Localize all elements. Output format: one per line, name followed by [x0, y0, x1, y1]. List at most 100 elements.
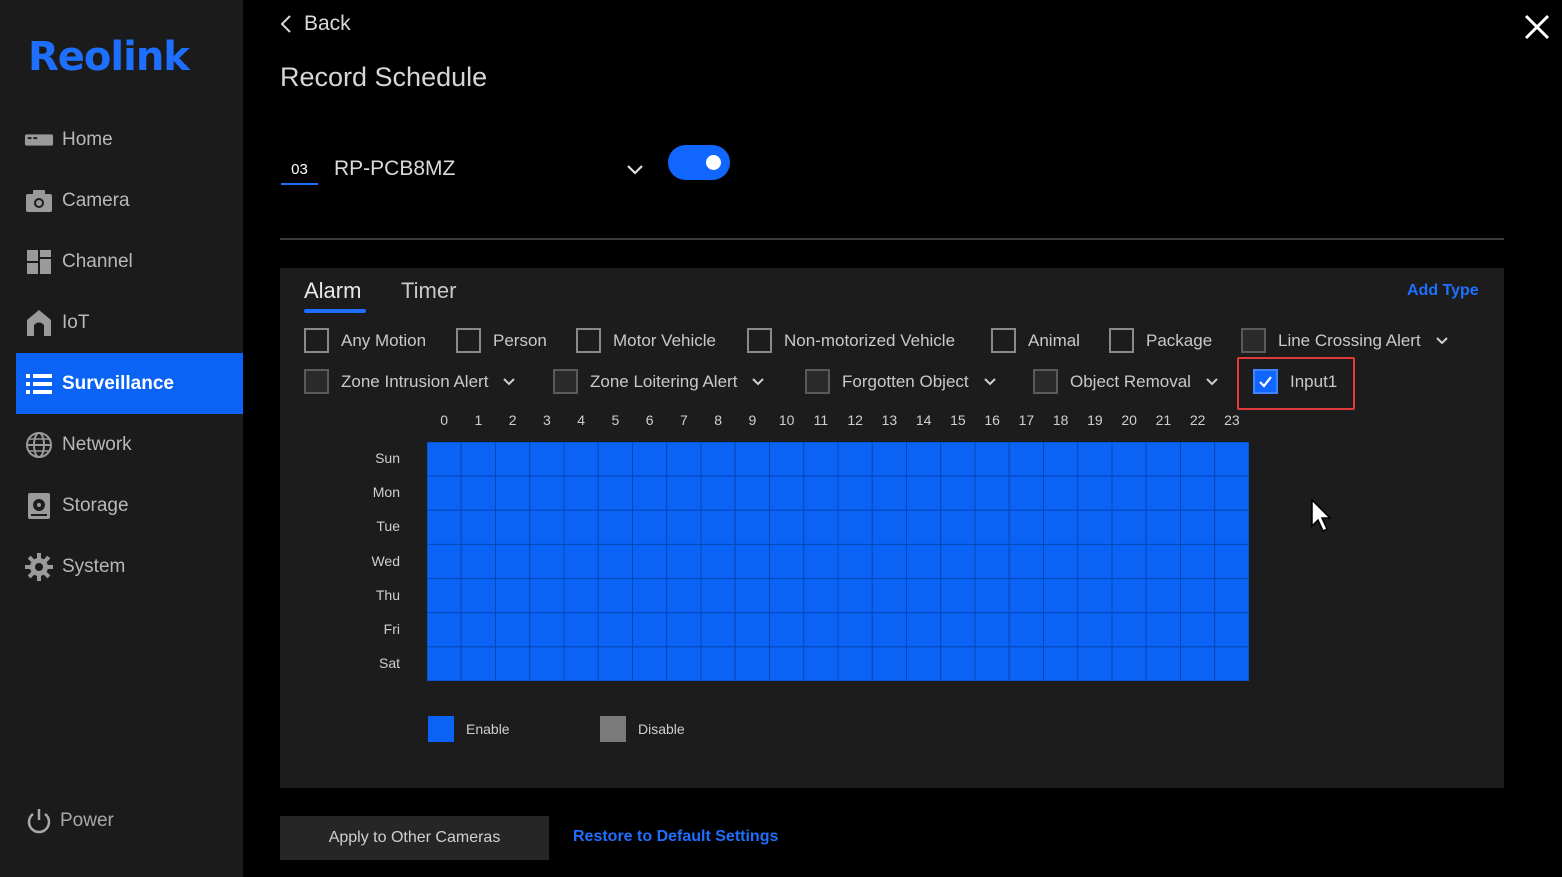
schedule-cell[interactable]: [1077, 543, 1113, 580]
schedule-cell[interactable]: [495, 509, 531, 545]
schedule-cell[interactable]: [1145, 612, 1181, 648]
schedule-cell[interactable]: [1145, 475, 1181, 511]
schedule-cell[interactable]: [1145, 578, 1181, 614]
schedule-cell[interactable]: [1145, 646, 1181, 681]
schedule-cell[interactable]: [974, 646, 1010, 681]
schedule-cell[interactable]: [597, 646, 633, 681]
schedule-cell[interactable]: [666, 612, 702, 648]
schedule-cell[interactable]: [597, 475, 633, 511]
close-icon[interactable]: [1522, 12, 1552, 42]
schedule-cell[interactable]: [803, 509, 839, 545]
schedule-cell[interactable]: [974, 475, 1010, 511]
sidebar-item-surveillance[interactable]: Surveillance: [16, 353, 243, 414]
schedule-cell[interactable]: [1180, 442, 1216, 477]
schedule-cell[interactable]: [597, 612, 633, 648]
schedule-cell[interactable]: [529, 475, 565, 511]
schedule-cell[interactable]: [906, 578, 942, 614]
schedule-cell[interactable]: [700, 578, 736, 614]
schedule-cell[interactable]: [460, 646, 496, 681]
power-button[interactable]: Power: [24, 806, 114, 836]
schedule-cell[interactable]: [700, 509, 736, 545]
schedule-cell[interactable]: [803, 612, 839, 648]
schedule-cell[interactable]: [460, 442, 496, 477]
schedule-cell[interactable]: [734, 475, 770, 511]
schedule-cell[interactable]: [495, 543, 531, 580]
schedule-cell[interactable]: [769, 612, 805, 648]
schedule-cell[interactable]: [906, 509, 942, 545]
schedule-cell[interactable]: [871, 475, 907, 511]
schedule-cell[interactable]: [495, 578, 531, 614]
schedule-cell[interactable]: [1180, 578, 1216, 614]
schedule-cell[interactable]: [529, 509, 565, 545]
schedule-cell[interactable]: [837, 442, 873, 477]
schedule-cell[interactable]: [700, 612, 736, 648]
schedule-cell[interactable]: [1111, 442, 1147, 477]
schedule-cell[interactable]: [597, 543, 633, 580]
schedule-cell[interactable]: [666, 543, 702, 580]
schedule-cell[interactable]: [906, 646, 942, 681]
schedule-cell[interactable]: [529, 442, 565, 477]
schedule-cell[interactable]: [427, 543, 462, 580]
schedule-cell[interactable]: [906, 475, 942, 511]
schedule-cell[interactable]: [1111, 612, 1147, 648]
chevron-down-icon[interactable]: [1205, 375, 1219, 389]
schedule-cell[interactable]: [940, 543, 976, 580]
schedule-cell[interactable]: [1180, 543, 1216, 580]
schedule-cell[interactable]: [769, 475, 805, 511]
schedule-cell[interactable]: [529, 612, 565, 648]
schedule-cell[interactable]: [803, 442, 839, 477]
schedule-cell[interactable]: [803, 578, 839, 614]
schedule-cell[interactable]: [1111, 646, 1147, 681]
schedule-cell[interactable]: [427, 612, 462, 648]
schedule-cell[interactable]: [1111, 543, 1147, 580]
back-button[interactable]: Back: [280, 12, 351, 36]
schedule-cell[interactable]: [1214, 509, 1249, 545]
schedule-cell[interactable]: [1077, 646, 1113, 681]
schedule-cell[interactable]: [940, 646, 976, 681]
schedule-cell[interactable]: [632, 509, 668, 545]
schedule-cell[interactable]: [906, 442, 942, 477]
schedule-cell[interactable]: [906, 543, 942, 580]
schedule-cell[interactable]: [837, 543, 873, 580]
schedule-cell[interactable]: [1077, 509, 1113, 545]
schedule-cell[interactable]: [803, 646, 839, 681]
checkbox-animal[interactable]: Animal: [991, 328, 1080, 353]
schedule-cell[interactable]: [734, 646, 770, 681]
schedule-cell[interactable]: [769, 509, 805, 545]
sidebar-item-network[interactable]: Network: [16, 414, 243, 475]
schedule-cell[interactable]: [427, 509, 462, 545]
schedule-cell[interactable]: [666, 646, 702, 681]
sidebar-item-camera[interactable]: Camera: [16, 170, 243, 231]
schedule-cell[interactable]: [495, 612, 531, 648]
schedule-cell[interactable]: [700, 646, 736, 681]
schedule-cell[interactable]: [495, 442, 531, 477]
schedule-cell[interactable]: [1043, 475, 1079, 511]
schedule-cell[interactable]: [974, 612, 1010, 648]
schedule-cell[interactable]: [1180, 475, 1216, 511]
sidebar-item-iot[interactable]: IoT: [16, 292, 243, 353]
chevron-down-icon[interactable]: [983, 375, 997, 389]
channel-select[interactable]: RP-PCB8MZ: [334, 157, 455, 181]
schedule-cell[interactable]: [906, 612, 942, 648]
schedule-cell[interactable]: [1043, 543, 1079, 580]
sidebar-item-home[interactable]: Home: [16, 109, 243, 170]
schedule-cell[interactable]: [700, 442, 736, 477]
schedule-cell[interactable]: [1043, 509, 1079, 545]
schedule-cell[interactable]: [632, 475, 668, 511]
schedule-cell[interactable]: [1043, 646, 1079, 681]
schedule-cell[interactable]: [940, 442, 976, 477]
schedule-cell[interactable]: [769, 543, 805, 580]
schedule-cell[interactable]: [1077, 475, 1113, 511]
schedule-cell[interactable]: [597, 509, 633, 545]
schedule-cell[interactable]: [1145, 543, 1181, 580]
schedule-cell[interactable]: [974, 442, 1010, 477]
schedule-cell[interactable]: [837, 646, 873, 681]
chevron-down-icon[interactable]: [751, 375, 765, 389]
schedule-cell[interactable]: [734, 509, 770, 545]
schedule-cell[interactable]: [1214, 578, 1249, 614]
schedule-cell[interactable]: [974, 578, 1010, 614]
schedule-cell[interactable]: [1111, 475, 1147, 511]
sidebar-item-storage[interactable]: Storage: [16, 475, 243, 536]
chevron-down-icon[interactable]: [1435, 334, 1449, 348]
schedule-cell[interactable]: [769, 646, 805, 681]
